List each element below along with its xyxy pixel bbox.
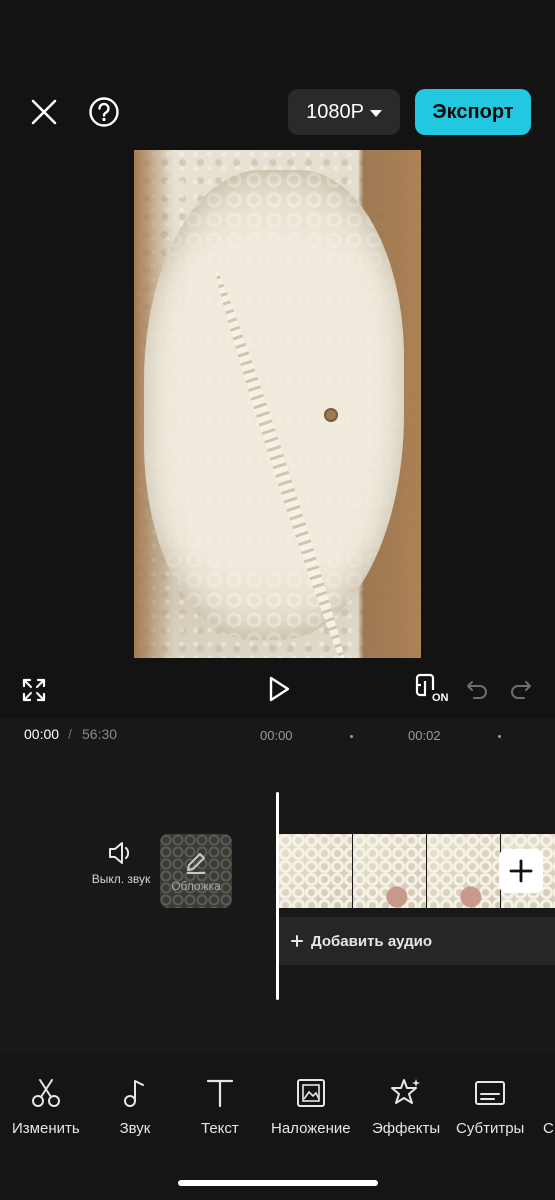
bottom-toolbar: Изменить Звук Текст Наложение Эффекты Су… [0,1054,555,1200]
garment-button [324,408,338,422]
redo-icon [511,681,531,699]
close-button[interactable] [24,92,64,132]
clip-thumbnail [427,834,501,908]
export-label: Экспорт [432,100,514,123]
home-indicator[interactable] [178,1180,378,1186]
total-duration: 56:30 [82,726,118,742]
tool-label: Звук [119,1120,151,1137]
time-separator: / [68,726,72,742]
tick-label: 00:02 [408,728,441,743]
help-button[interactable] [84,92,124,132]
play-button[interactable] [264,674,294,704]
current-time: 00:00 [24,726,60,742]
add-audio-label: Добавить аудио [311,932,433,950]
close-icon [31,99,57,125]
preview-toggle-badge: ON [432,692,449,704]
mute-clip-audio-button[interactable]: Выкл. звук [92,840,150,910]
crochet-garment [144,170,404,640]
fullscreen-button[interactable] [20,676,48,704]
tool-label: С [543,1120,554,1137]
clip-thumbnail [279,834,353,908]
scissors-icon [29,1076,63,1110]
text-icon [203,1076,237,1110]
tool-label: Эффекты [372,1120,441,1137]
playback-controls: ON [0,660,555,718]
tool-sound[interactable]: Звук [118,1076,152,1137]
tool-label: Текст [201,1120,239,1137]
overlay-icon [294,1076,328,1110]
timeline-track-area: Выкл. звук Обложка Добавить аудио [0,754,555,1054]
tool-edit[interactable]: Изменить [12,1076,80,1137]
cover-button[interactable]: Обложка [160,834,232,908]
music-note-icon [118,1076,152,1110]
redo-button[interactable] [508,676,534,702]
tick-dot [498,735,501,738]
resolution-label: 1080P [306,100,364,123]
pencil-icon [187,853,205,874]
tick-dot [350,735,353,738]
tick-label: 00:00 [260,728,293,743]
caret-down-icon [369,109,382,117]
undo-icon [467,681,487,699]
tool-overlay[interactable]: Наложение [271,1076,351,1137]
help-icon [89,97,119,127]
tool-label: Субтитры [456,1120,525,1137]
playhead[interactable] [276,792,279,1000]
plus-icon [509,859,533,883]
add-clip-button[interactable] [499,849,543,893]
tool-effects[interactable]: Эффекты [372,1076,440,1137]
tool-label: Изменить [12,1120,80,1137]
tool-text[interactable]: Текст [201,1076,239,1137]
effects-star-icon [389,1076,423,1110]
clip-thumbnail [353,834,427,908]
add-audio-button[interactable]: Добавить аудио [279,917,555,965]
resolution-dropdown[interactable]: 1080P [288,89,400,135]
tool-label: Наложение [271,1120,351,1137]
video-editor-screen: 1080P Экспорт ON 00:00 / 56:30 00:00 00:… [0,0,555,1200]
undo-button[interactable] [464,676,490,702]
timeline-header: 00:00 / 56:30 00:00 00:02 [0,718,555,754]
cover-label: Обложка [171,879,221,893]
fullscreen-icon [22,678,46,702]
tool-subtitles[interactable]: Субтитры [456,1076,524,1137]
play-icon [269,676,290,702]
video-preview[interactable] [134,150,421,658]
speaker-icon [109,842,130,864]
preview-area [0,150,555,660]
plus-icon [291,935,303,947]
tool-partial[interactable]: С [543,1076,555,1137]
subtitles-icon [473,1076,507,1110]
mute-label: Выкл. звук [91,872,151,886]
preview-toggle-button[interactable]: ON [414,672,452,706]
top-bar: 1080P Экспорт [0,0,555,150]
export-button[interactable]: Экспорт [415,89,531,135]
partial-tool-icon [543,1076,555,1110]
